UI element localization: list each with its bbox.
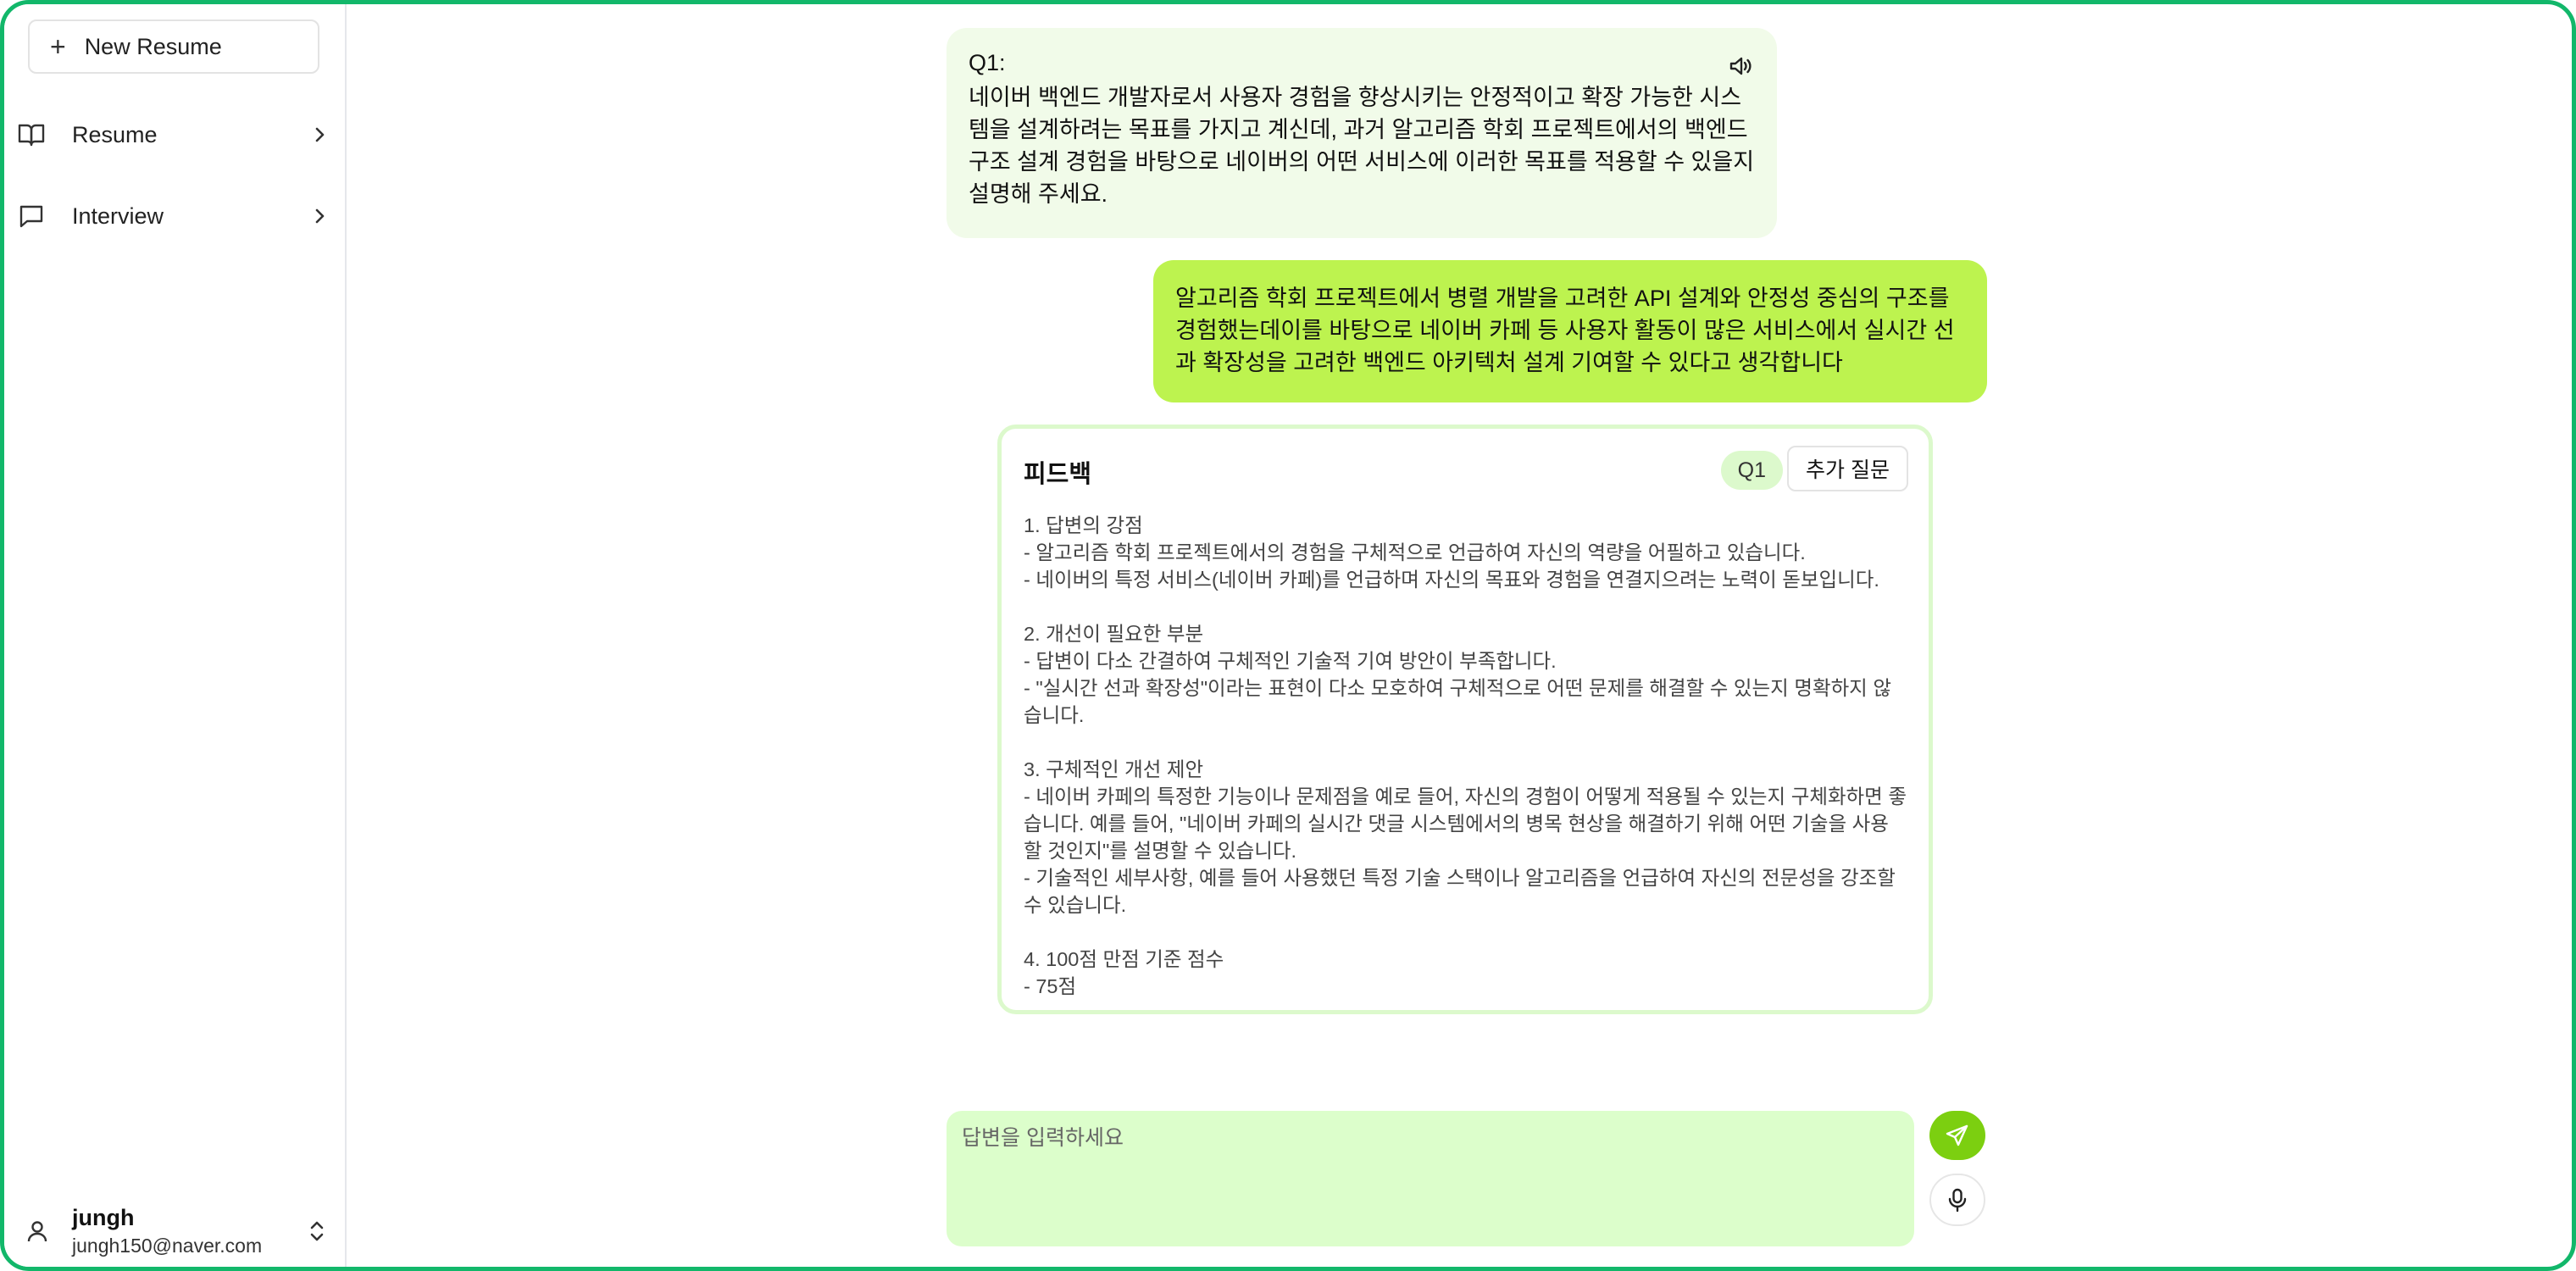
microphone-button[interactable]: [1929, 1174, 1985, 1226]
user-email: jungh150@naver.com: [72, 1235, 263, 1257]
new-resume-button[interactable]: + New Resume: [28, 19, 319, 74]
follow-up-question-button[interactable]: 추가 질문: [1787, 446, 1908, 491]
speaker-icon[interactable]: [1728, 53, 1753, 79]
chevron-right-icon: [315, 127, 325, 142]
question-text: 네이버 백엔드 개발자로서 사용자 경험을 향상시키는 안정적이고 확장 가능한…: [969, 85, 1755, 207]
feedback-body: 1. 답변의 강점 - 알고리즘 학회 프로젝트에서의 경험을 구체적으로 언급…: [1024, 514, 1907, 997]
answer-text: 알고리즘 학회 프로젝트에서 병렬 개발을 고려한 API 설계와 안정성 중심…: [1175, 286, 1955, 375]
app-frame: + New Resume Resume Interview jungh jung…: [0, 0, 2576, 1271]
chevron-right-icon: [315, 208, 325, 224]
chevrons-up-down-icon: [310, 1221, 324, 1241]
user-name: jungh: [72, 1205, 135, 1230]
microphone-icon: [1948, 1188, 1967, 1213]
answer-bubble: 알고리즘 학회 프로젝트에서 병렬 개발을 고려한 API 설계와 안정성 중심…: [1153, 260, 1987, 402]
question-bubble: Q1: 네이버 백엔드 개발자로서 사용자 경험을 향상시키는 안정적이고 확장…: [947, 28, 1777, 238]
sidebar-item-label: Interview: [72, 203, 164, 229]
feedback-card: 피드백 Q1 추가 질문 1. 답변의 강점 - 알고리즘 학회 프로젝트에서의…: [997, 425, 1933, 1014]
message-square-icon: [16, 201, 47, 231]
user-menu[interactable]: jungh jungh150@naver.com: [21, 1199, 335, 1263]
book-open-icon: [16, 119, 47, 150]
answer-input[interactable]: [947, 1111, 1914, 1246]
send-button[interactable]: [1929, 1111, 1985, 1160]
user-icon: [27, 1221, 47, 1242]
sidebar-item-interview[interactable]: Interview: [16, 189, 336, 243]
new-resume-label: New Resume: [84, 33, 222, 59]
question-badge: Q1: [1720, 451, 1783, 490]
user-info: jungh jungh150@naver.com: [72, 1205, 306, 1257]
send-icon: [1946, 1124, 1968, 1146]
sidebar: + New Resume Resume Interview jungh jung…: [4, 4, 347, 1267]
plus-icon: +: [50, 31, 66, 62]
question-label: Q1:: [969, 50, 1006, 75]
sidebar-item-resume[interactable]: Resume: [16, 108, 336, 162]
sidebar-item-label: Resume: [72, 121, 158, 147]
